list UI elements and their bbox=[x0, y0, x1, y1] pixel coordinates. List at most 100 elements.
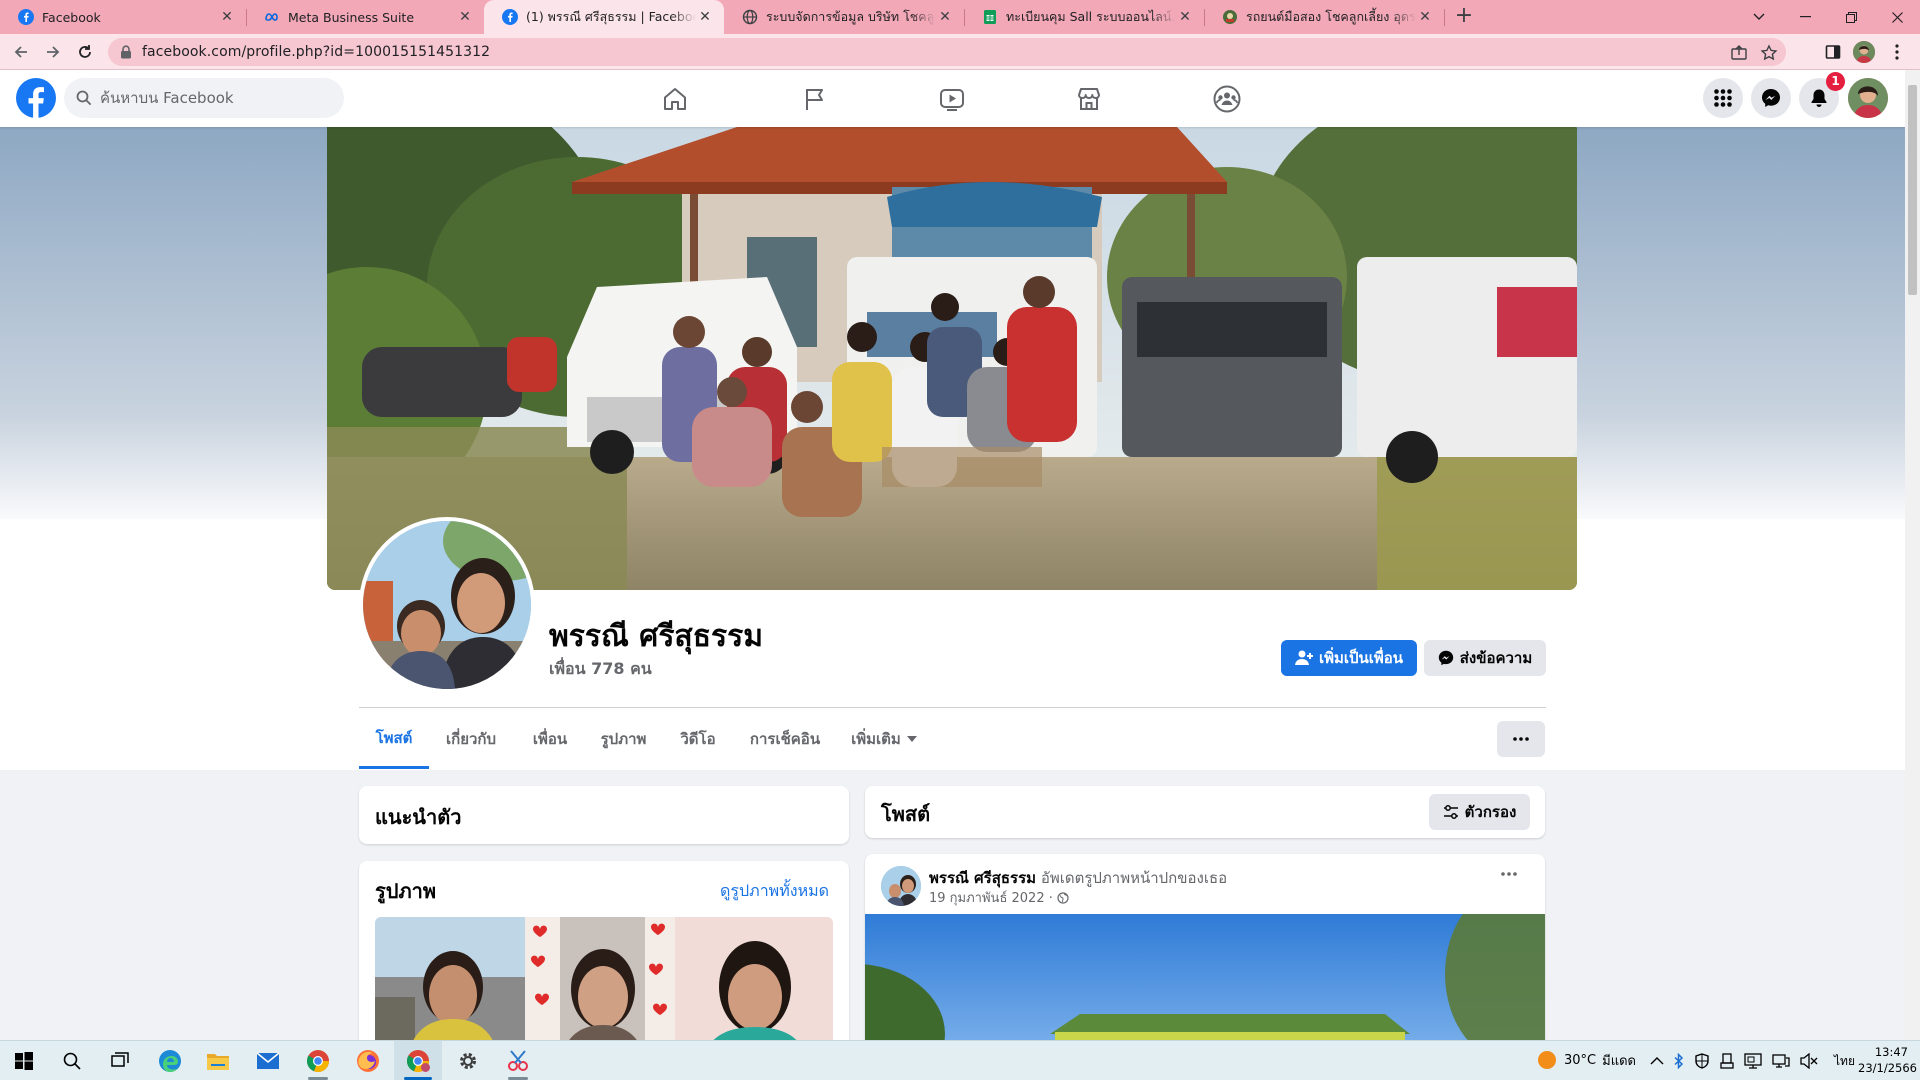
send-message-label: ส่งข้อความ bbox=[1459, 649, 1533, 667]
network-icon[interactable] bbox=[1772, 1053, 1790, 1069]
weather-widget[interactable]: 30°C มีแดด bbox=[1536, 1049, 1636, 1071]
arrow-left-icon bbox=[14, 46, 27, 58]
task-view-button[interactable] bbox=[96, 1041, 144, 1080]
post-author-name[interactable]: พรรณี ศรีสุธรรม bbox=[929, 869, 1036, 887]
tab-friends[interactable]: เพื่อน bbox=[520, 709, 580, 769]
globe-icon bbox=[1057, 891, 1069, 904]
friend-count[interactable]: เพื่อน 778 คน bbox=[549, 657, 652, 682]
volume-muted-icon[interactable] bbox=[1800, 1053, 1818, 1069]
restore-button[interactable] bbox=[1828, 0, 1874, 34]
profile-more-options-button[interactable] bbox=[1497, 721, 1545, 757]
url-text[interactable]: facebook.com/profile.php?id=100015151451… bbox=[142, 44, 490, 60]
browser-menu-button[interactable] bbox=[1886, 41, 1908, 63]
scrollbar-thumb[interactable] bbox=[1908, 85, 1917, 295]
profile-picture[interactable] bbox=[359, 517, 535, 693]
display-icon[interactable] bbox=[1744, 1053, 1762, 1069]
photos-title[interactable]: รูปภาพ bbox=[375, 875, 436, 907]
cover-photo[interactable] bbox=[327, 127, 1577, 590]
taskbar-snipping-tool[interactable] bbox=[494, 1041, 542, 1080]
address-bar[interactable]: facebook.com/profile.php?id=100015151451… bbox=[108, 38, 1786, 66]
taskbar-search-button[interactable] bbox=[48, 1041, 96, 1080]
taskbar-edge[interactable] bbox=[146, 1041, 194, 1080]
facebook-search[interactable] bbox=[64, 78, 344, 118]
tab-more[interactable]: เพิ่มเติม bbox=[843, 709, 925, 769]
send-message-button[interactable]: ส่งข้อความ bbox=[1424, 640, 1546, 676]
taskbar-settings[interactable] bbox=[444, 1041, 492, 1080]
profile-header: พรรณี ศรีสุธรรม เพื่อน 778 คน เพิ่มเป็นเ… bbox=[0, 127, 1905, 770]
close-tab-icon[interactable]: ✕ bbox=[456, 8, 474, 26]
taskbar-chrome-1[interactable] bbox=[294, 1041, 342, 1080]
add-friend-button[interactable]: เพิ่มเป็นเพื่อน bbox=[1281, 640, 1417, 676]
intro-title: แนะนำตัว bbox=[375, 805, 462, 829]
add-friend-icon bbox=[1294, 650, 1313, 665]
post-options-button[interactable] bbox=[1501, 872, 1517, 876]
reload-button[interactable] bbox=[72, 39, 98, 65]
taskbar-chrome-2[interactable] bbox=[394, 1041, 442, 1080]
nav-marketplace[interactable] bbox=[1034, 78, 1144, 120]
menu-button[interactable] bbox=[1703, 78, 1743, 118]
tab-photos[interactable]: รูปภาพ bbox=[591, 709, 656, 769]
temperature: 30°C bbox=[1564, 1052, 1597, 1068]
messenger-button[interactable] bbox=[1751, 78, 1791, 118]
close-window-button[interactable] bbox=[1874, 0, 1920, 34]
browser-tab-strip: Facebook ✕ Meta Business Suite ✕ (1) พรร… bbox=[0, 0, 1920, 34]
taskbar-file-explorer[interactable] bbox=[194, 1041, 242, 1080]
share-icon[interactable] bbox=[1730, 44, 1748, 62]
tab-check-ins[interactable]: การเช็คอิน bbox=[740, 709, 830, 769]
profile-name: พรรณี ศรีสุธรรม bbox=[549, 619, 764, 654]
bookmark-star-icon[interactable] bbox=[1760, 44, 1778, 62]
side-panel-button[interactable] bbox=[1822, 41, 1844, 63]
close-tab-icon[interactable]: ✕ bbox=[936, 8, 954, 26]
browser-tab-meta-business-suite[interactable]: Meta Business Suite ✕ bbox=[246, 0, 484, 34]
globe-icon bbox=[742, 9, 758, 25]
browser-tab-facebook[interactable]: Facebook ✕ bbox=[0, 0, 246, 34]
filters-button[interactable]: ตัวกรอง bbox=[1429, 794, 1530, 830]
input-language[interactable]: ไทย bbox=[1834, 1052, 1855, 1071]
back-button[interactable] bbox=[8, 39, 34, 65]
nav-pages[interactable] bbox=[760, 78, 870, 120]
post-date[interactable]: 19 กุมภาพันธ์ 2022 · bbox=[929, 887, 1053, 908]
close-tab-icon[interactable]: ✕ bbox=[218, 8, 236, 26]
nav-home[interactable] bbox=[620, 78, 730, 120]
account-avatar[interactable] bbox=[1848, 78, 1888, 118]
post-author-avatar[interactable] bbox=[881, 866, 921, 906]
tab-title: Facebook bbox=[42, 9, 101, 25]
new-tab-button[interactable]: + bbox=[1452, 5, 1476, 28]
tab-about[interactable]: เกี่ยวกับ bbox=[436, 709, 506, 769]
tab-videos[interactable]: วิดีโอ bbox=[668, 709, 728, 769]
tab-more-label: เพิ่มเติม bbox=[851, 730, 901, 748]
minimize-button[interactable] bbox=[1782, 0, 1828, 34]
forward-button[interactable] bbox=[40, 39, 66, 65]
browser-tab-data-system[interactable]: ระบบจัดการข้อมูล บริษัท โชคลูกเลี้ยง ✕ bbox=[724, 0, 964, 34]
system-clock[interactable]: 13:47 23/1/2566 bbox=[1858, 1044, 1917, 1076]
start-button[interactable] bbox=[0, 1041, 48, 1080]
facebook-logo-icon[interactable] bbox=[16, 78, 56, 118]
search-input[interactable] bbox=[100, 78, 335, 118]
tab-title: ระบบจัดการข้อมูล บริษัท โชคลูกเลี้ยง bbox=[766, 9, 936, 24]
tab-posts[interactable]: โพสต์ bbox=[359, 709, 429, 769]
browser-tab-profile[interactable]: (1) พรรณี ศรีสุธรรม | Facebook ✕ bbox=[484, 0, 724, 34]
messenger-icon bbox=[1762, 89, 1780, 107]
lock-icon[interactable] bbox=[120, 45, 132, 59]
security-shield-icon[interactable] bbox=[1694, 1053, 1710, 1069]
taskbar-firefox[interactable] bbox=[344, 1041, 392, 1080]
nav-groups[interactable] bbox=[1172, 78, 1282, 120]
close-tab-icon[interactable]: ✕ bbox=[696, 8, 714, 26]
search-icon bbox=[76, 90, 92, 106]
chrome-icon bbox=[306, 1050, 330, 1073]
browser-tab-used-cars[interactable]: รถยนต์มือสอง โชคลูกเลี้ยง อุดรธานี ✕ bbox=[1204, 0, 1444, 34]
tab-title: รถยนต์มือสอง โชคลูกเลี้ยง อุดรธานี bbox=[1246, 9, 1416, 24]
nav-watch[interactable] bbox=[897, 78, 1007, 120]
see-all-photos-link[interactable]: ดูรูปภาพทั้งหมด bbox=[720, 879, 829, 904]
browser-tab-spreadsheet[interactable]: ทะเบียนคุม Sall ระบบออนไลน์.xlsx - G ✕ bbox=[964, 0, 1204, 34]
bluetooth-icon[interactable] bbox=[1674, 1053, 1684, 1069]
close-tab-icon[interactable]: ✕ bbox=[1176, 8, 1194, 26]
usb-device-icon[interactable] bbox=[1720, 1053, 1734, 1069]
profile-avatar-button[interactable] bbox=[1853, 41, 1875, 63]
more-horizontal-icon bbox=[1513, 737, 1529, 741]
taskbar-mail[interactable] bbox=[244, 1041, 292, 1080]
avatar-image bbox=[881, 866, 921, 906]
chevron-up-icon[interactable] bbox=[1650, 1056, 1664, 1066]
tab-search-button[interactable] bbox=[1736, 0, 1782, 34]
close-tab-icon[interactable]: ✕ bbox=[1416, 8, 1434, 26]
